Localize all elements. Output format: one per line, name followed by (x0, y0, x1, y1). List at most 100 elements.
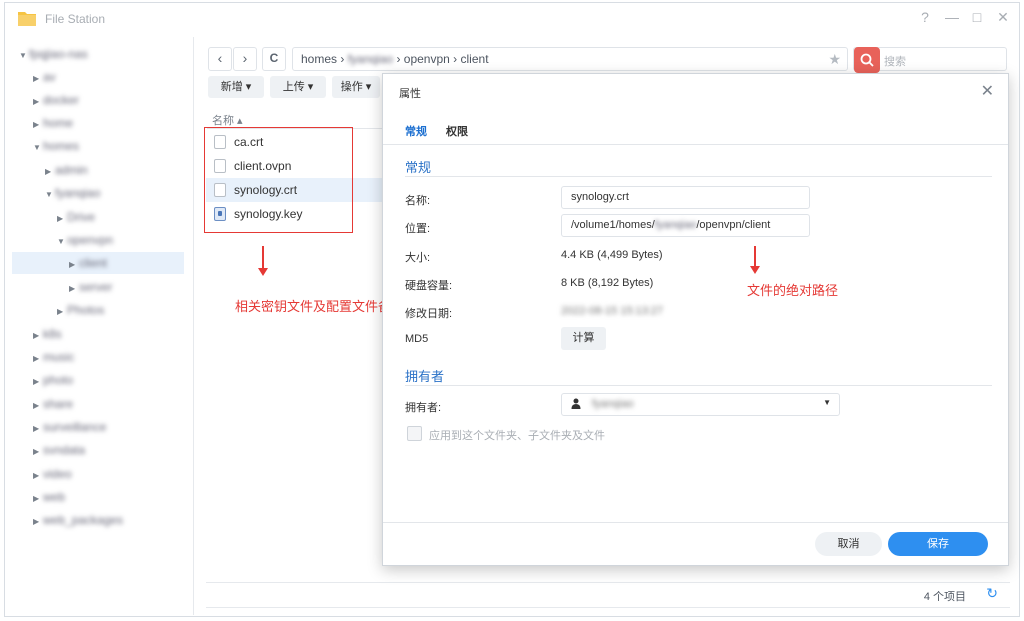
refresh-button[interactable]: C (262, 47, 286, 71)
collapsed-arrow-icon[interactable]: ▶ (33, 418, 43, 440)
properties-dialog: 属性 ✕ 常规 权限 常规 名称: synology.crt 位置: /volu… (382, 73, 1009, 566)
tree-item-svndata[interactable]: ▶ svndata (33, 439, 85, 461)
tab-general[interactable]: 常规 (405, 123, 427, 139)
dialog-title: 属性 (399, 88, 421, 100)
section-divider (405, 385, 992, 386)
collapsed-arrow-icon[interactable]: ▶ (33, 511, 43, 533)
item-count: 4 个项目 (923, 591, 966, 603)
minimize-icon[interactable]: — (945, 9, 959, 26)
expanded-arrow-icon[interactable]: ▼ (57, 231, 67, 253)
chevron-down-icon[interactable]: ▼ (823, 398, 831, 407)
tree-item-server[interactable]: ▶ server (69, 276, 112, 298)
refresh-icon[interactable]: ↻ (986, 585, 998, 602)
collapsed-arrow-icon[interactable]: ▶ (33, 465, 43, 487)
path-separator: › (453, 52, 458, 66)
tree-item-web[interactable]: ▶ web (33, 486, 65, 508)
collapsed-arrow-icon[interactable]: ▶ (69, 278, 79, 300)
disk-usage-label: 硬盘容量: (405, 280, 453, 292)
name-label: 名称: (405, 195, 431, 207)
collapsed-arrow-icon[interactable]: ▶ (45, 161, 55, 183)
cancel-button[interactable]: 取消 (815, 532, 882, 556)
apply-recursive-checkbox[interactable] (407, 426, 422, 441)
location-label: 位置: (405, 223, 431, 235)
tree-item-root[interactable]: ▼ fpqjiao-nas (19, 43, 88, 65)
section-divider (405, 176, 992, 177)
star-icon[interactable]: ★ (828, 48, 841, 70)
collapsed-arrow-icon[interactable]: ▶ (33, 114, 43, 136)
new-button[interactable]: 新增 ▾ (208, 76, 264, 98)
tree-item-av[interactable]: ▶ av (33, 66, 56, 88)
path-segment-openvpn[interactable]: openvpn (404, 52, 450, 66)
collapsed-arrow-icon[interactable]: ▶ (33, 325, 43, 347)
path-separator: › (340, 52, 345, 66)
path-segment-homes[interactable]: homes (301, 52, 337, 66)
tree-item-client[interactable]: ▶ client (12, 252, 184, 274)
md5-label: MD5 (405, 333, 429, 345)
annotation-backup-note: 相关密钥文件及配置文件备份 (235, 299, 405, 314)
collapsed-arrow-icon[interactable]: ▶ (33, 371, 43, 393)
tree-item-homes[interactable]: ▼ homes (33, 135, 79, 157)
save-button[interactable]: 保存 (888, 532, 988, 556)
tree-item-music[interactable]: ▶ music (33, 346, 74, 368)
path-segment-user[interactable]: fyanqiao (348, 52, 393, 66)
column-header-name[interactable]: 名称 ▴ (212, 112, 243, 128)
collapsed-arrow-icon[interactable]: ▶ (33, 348, 43, 370)
back-button[interactable]: ‹ (208, 47, 232, 71)
expanded-arrow-icon[interactable]: ▼ (45, 184, 55, 206)
expanded-arrow-icon[interactable]: ▼ (33, 137, 43, 159)
collapsed-arrow-icon[interactable]: ▶ (69, 254, 79, 276)
folder-app-icon (18, 12, 36, 26)
upload-button[interactable]: 上传 ▾ (270, 76, 326, 98)
owner-select[interactable]: fyanqiao ▼ (561, 393, 840, 416)
owner-value: fyanqiao (592, 398, 634, 410)
annotation-arrow-down (750, 246, 760, 274)
forward-button[interactable]: › (233, 47, 257, 71)
search-icon[interactable] (854, 47, 880, 73)
tree-item-video[interactable]: ▶ video (33, 463, 72, 485)
close-window-icon[interactable]: ✕ (997, 9, 1009, 26)
collapsed-arrow-icon[interactable]: ▶ (33, 68, 43, 90)
modified-date-value: 2022-08-15 15:13:27 (561, 305, 664, 317)
location-field[interactable]: /volume1/homes/fyanqiao/openvpn/client (561, 214, 810, 237)
tree-item-web-packages[interactable]: ▶ web_packages (33, 509, 123, 531)
tree-item-surveillance[interactable]: ▶ surveillance (33, 416, 106, 438)
size-value: 4.4 KB (4,499 Bytes) (561, 249, 663, 261)
title-bar: File Station ? — □ ✕ (5, 3, 1019, 35)
tree-item-drive[interactable]: ▶ Drive (57, 206, 95, 228)
annotation-path-note: 文件的绝对路径 (747, 283, 839, 298)
disk-usage-value: 8 KB (8,192 Bytes) (561, 277, 654, 289)
owner-label: 拥有者: (405, 402, 442, 414)
tree-item-home[interactable]: ▶ home (33, 112, 73, 134)
collapsed-arrow-icon[interactable]: ▶ (57, 208, 67, 230)
tree-item-share[interactable]: ▶ share (33, 393, 73, 415)
maximize-icon[interactable]: □ (971, 9, 983, 26)
tree-item-openvpn[interactable]: ▼ openvpn (57, 229, 113, 251)
section-title-general: 常规 (405, 160, 432, 175)
collapsed-arrow-icon[interactable]: ▶ (33, 395, 43, 417)
name-field[interactable]: synology.crt (561, 186, 810, 209)
tree-item-photos[interactable]: ▶ Photos (57, 299, 104, 321)
tree-item-k8s[interactable]: ▶ k8s (33, 323, 62, 345)
collapsed-arrow-icon[interactable]: ▶ (33, 91, 43, 113)
collapsed-arrow-icon[interactable]: ▶ (33, 488, 43, 510)
path-bar[interactable]: homes › fyanqiao › openvpn › client ★ (292, 47, 848, 71)
collapsed-arrow-icon[interactable]: ▶ (33, 441, 43, 463)
expanded-arrow-icon[interactable]: ▼ (19, 45, 29, 67)
section-title-owner: 拥有者 (405, 369, 445, 384)
annotation-arrow-down (258, 246, 268, 276)
tree-item-docker[interactable]: ▶ docker (33, 89, 79, 111)
search-box[interactable]: 搜索 (853, 47, 1007, 73)
calculate-button[interactable]: 计算 (561, 327, 606, 350)
tree-item-user[interactable]: ▼ fyanqiao (45, 182, 100, 204)
action-button[interactable]: 操作 ▾ (332, 76, 380, 98)
collapsed-arrow-icon[interactable]: ▶ (57, 301, 67, 323)
tree-item-photo[interactable]: ▶ photo (33, 369, 73, 391)
tab-permissions[interactable]: 权限 (446, 123, 468, 139)
help-icon[interactable]: ? (919, 9, 931, 26)
path-separator: › (396, 52, 401, 66)
footer-divider (383, 522, 1008, 523)
app-title: File Station (45, 12, 106, 26)
close-icon[interactable]: ✕ (981, 81, 994, 101)
tree-item-admin[interactable]: ▶ admin (45, 159, 88, 181)
path-segment-client[interactable]: client (461, 52, 489, 66)
